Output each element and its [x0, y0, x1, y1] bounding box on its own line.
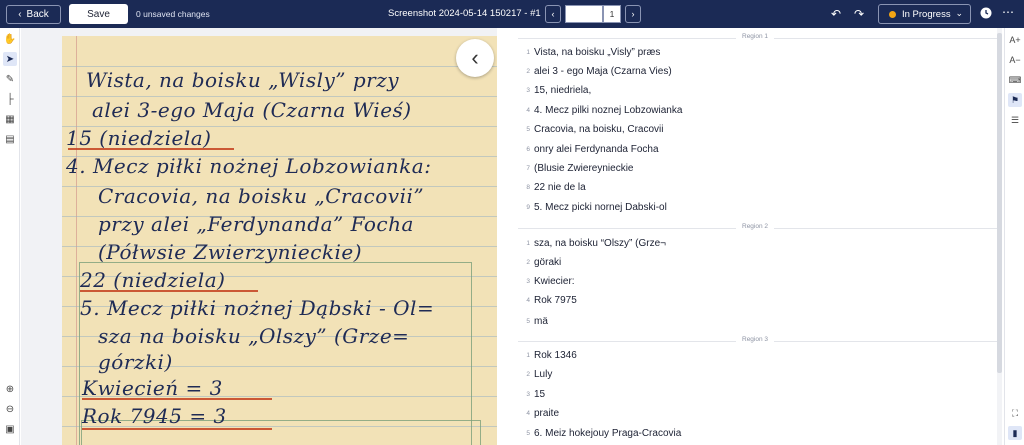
- zoom-in-icon[interactable]: ⊕: [3, 382, 17, 396]
- document-image: Wista, na boisku „Wisly” przy alei 3-ego…: [62, 36, 497, 445]
- back-button[interactable]: ‹ Back: [6, 5, 61, 24]
- zoom-out-icon[interactable]: ⊖: [3, 402, 17, 416]
- collapse-panel-button[interactable]: ‹: [456, 39, 494, 77]
- handwriting-line: (Półwsie Zwierzynieckie): [98, 240, 363, 264]
- transcription-line[interactable]: 2 göraki: [510, 253, 997, 272]
- status-dot: [889, 10, 896, 18]
- next-page-button[interactable]: ›: [625, 5, 641, 23]
- transcription-line[interactable]: 8 22 nie de la: [510, 178, 997, 197]
- transcription-line[interactable]: 5 mä: [510, 312, 997, 331]
- chevron-left-icon: ‹: [471, 45, 479, 70]
- handwriting-line: 22 (niedziela): [80, 268, 226, 292]
- handwriting-line: Kwiecień = 3: [82, 376, 223, 400]
- region-label: Region 3: [736, 336, 775, 343]
- top-bar: ‹ Back Save 0 unsaved changes Screenshot…: [0, 0, 1024, 28]
- chevron-right-icon: ›: [631, 9, 635, 19]
- page-number-field[interactable]: 1: [603, 5, 621, 23]
- transcription-line[interactable]: 3 Kwiecier:: [510, 272, 997, 291]
- transcription-line[interactable]: 5 6. Meiz hokejouy Praga-Cracovia: [510, 424, 997, 443]
- keyboard-icon[interactable]: ⌨: [1008, 73, 1022, 87]
- transcription-line[interactable]: 1 sza, na boisku “Olszy” (Grze¬: [510, 234, 997, 253]
- transcription-line[interactable]: 7 (Blusie Zwiereynieckie: [510, 159, 997, 178]
- transcription-scrollbar[interactable]: [997, 28, 1002, 445]
- handwriting-line: 4. Mecz piłki nożnej Lobzowianka:: [66, 154, 432, 178]
- layers-icon[interactable]: ☰: [1008, 113, 1022, 127]
- tag-icon[interactable]: ⚑: [1008, 93, 1022, 107]
- region-header: Region 1: [510, 33, 997, 43]
- select-pointer-icon[interactable]: ➤: [3, 52, 17, 66]
- redo-icon[interactable]: ↷: [854, 7, 864, 21]
- chevron-left-icon: ‹: [18, 9, 22, 20]
- handwriting-line: Rok 7945 = 3: [82, 404, 227, 428]
- save-button[interactable]: Save: [69, 4, 128, 24]
- transcription-line[interactable]: 4 Rok 7975: [510, 291, 997, 310]
- font-decrease-button[interactable]: A−: [1008, 53, 1022, 67]
- chevron-down-icon: ⌄: [955, 8, 963, 18]
- undo-icon[interactable]: ↶: [831, 7, 841, 21]
- handwriting-line: 15 (niedziela): [66, 126, 212, 150]
- page-navigator: ‹ 1 ›: [545, 5, 641, 23]
- transcription-line[interactable]: 6 onry alei Ferdynanda Focha: [510, 140, 997, 159]
- handwriting-line: 5. Mecz piłki nożnej Dąbski - Ol=: [80, 296, 435, 320]
- chevron-left-icon: ‹: [551, 9, 555, 19]
- transcription-line[interactable]: 4 praite: [510, 404, 997, 423]
- scrollbar-thumb[interactable]: [997, 33, 1002, 373]
- more-horizontal-icon[interactable]: ⋯: [1002, 5, 1014, 19]
- transcription-line[interactable]: 2 Luly: [510, 365, 997, 384]
- image-viewer[interactable]: Wista, na boisku „Wisly” przy alei 3-ego…: [21, 28, 497, 445]
- fit-to-screen-icon[interactable]: ▣: [3, 422, 17, 436]
- status-dropdown[interactable]: In Progress ⌄: [878, 4, 971, 24]
- font-increase-button[interactable]: A+: [1008, 33, 1022, 47]
- handwriting-line: Cracovia, na boisku „Cracovii”: [98, 184, 425, 208]
- region-header: Region 2: [510, 223, 997, 233]
- region-label: Region 2: [736, 223, 775, 230]
- transcription-line[interactable]: 2 alei 3 - ego Maja (Czarna Vies): [510, 62, 997, 81]
- unsaved-changes-text: 0 unsaved changes: [136, 9, 210, 19]
- transcription-line[interactable]: 3 15, niedriela,: [510, 81, 997, 100]
- transcription-line[interactable]: 1 Vista, na boisku „Visly” præs: [510, 43, 997, 62]
- split-view-icon[interactable]: ▮: [1008, 426, 1022, 440]
- handwriting-line: sza na boisku „Olszy” (Grze=: [98, 324, 410, 348]
- handwriting-line: alei 3-ego Maja (Czarna Wieś): [92, 98, 412, 122]
- region-header: Region 3: [510, 336, 997, 346]
- table-tool-icon[interactable]: ▤: [3, 132, 17, 146]
- transcription-line[interactable]: 9 5. Mecz picki nornej Dabski-ol: [510, 198, 997, 217]
- transcription-line[interactable]: 1 Rok 1346: [510, 346, 997, 365]
- transcription-line[interactable]: 5 Cracovia, na boisku, Cracovii: [510, 120, 997, 139]
- pan-hand-icon[interactable]: ✋: [3, 32, 17, 46]
- region-tool-icon[interactable]: ▦: [3, 112, 17, 126]
- page-jump-input[interactable]: [565, 5, 603, 23]
- handwriting-line: Wista, na boisku „Wisly” przy: [86, 68, 400, 92]
- handwriting-line: górzki): [98, 350, 173, 374]
- right-toolbar: A+ A− ⌨ ⚑ ☰ ⛶ ▮: [1004, 28, 1024, 445]
- pen-draw-icon[interactable]: ✎: [3, 72, 17, 86]
- status-label: In Progress: [902, 8, 951, 20]
- handwriting-line: przy alei „Ferdynanda” Focha: [98, 212, 414, 236]
- previous-page-button[interactable]: ‹: [545, 5, 561, 23]
- fullscreen-icon[interactable]: ⛶: [1008, 406, 1022, 420]
- back-button-label: Back: [26, 9, 49, 20]
- baseline-tool-icon[interactable]: ├: [3, 92, 17, 106]
- region-label: Region 1: [736, 33, 775, 40]
- document-title: Screenshot 2024-05-14 150217 - #1: [388, 8, 541, 19]
- transcription-panel: Region 1 1 Vista, na boisku „Visly” præs …: [510, 28, 997, 445]
- left-toolbar: ✋ ➤ ✎ ├ ▦ ▤ ⊕ ⊖ ▣: [0, 28, 20, 445]
- clock-icon[interactable]: [980, 7, 992, 22]
- transcription-line[interactable]: 4 4. Mecz pilki noznej Lobzowianka: [510, 101, 997, 120]
- transcription-line[interactable]: 3 15: [510, 385, 997, 404]
